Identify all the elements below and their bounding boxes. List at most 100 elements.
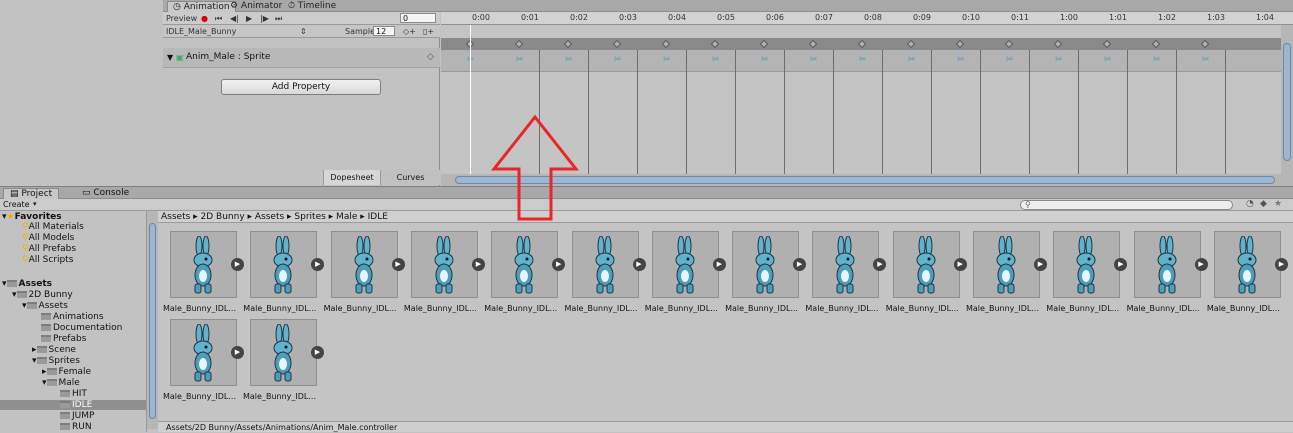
tree-item-2d-bunny[interactable]: ▾ 2D Bunny xyxy=(12,290,73,300)
asset-item[interactable]: ▶ Male_Bunny_IDL... xyxy=(238,319,324,407)
add-property-button[interactable]: Add Property xyxy=(221,79,381,95)
frame-input[interactable]: 0 xyxy=(400,13,436,23)
sprite-key-icon[interactable]: ✂ xyxy=(663,55,671,65)
sprite-key-icon[interactable]: ✂ xyxy=(761,55,769,65)
add-keyframe-icon[interactable]: ◇+ xyxy=(403,26,416,37)
clip-dropdown[interactable]: IDLE_Male_Bunny xyxy=(166,26,236,37)
tree-item-jump[interactable]: JUMP xyxy=(60,411,94,421)
tree-item-assets-sub[interactable]: ▾ Assets xyxy=(22,301,68,311)
sprite-key-icon[interactable]: ✂ xyxy=(1055,55,1063,65)
property-row[interactable]: ▼ ▣ Anim_Male : Sprite ◇ xyxy=(163,48,440,68)
tree-item-all-models[interactable]: ⚲All Models xyxy=(22,233,74,243)
tree-item-male[interactable]: ▾ Male xyxy=(42,378,80,388)
sprite-thumbnail[interactable]: ▶ xyxy=(170,319,244,386)
asset-item[interactable]: ▶ Male_Bunny_IDL... xyxy=(1122,231,1208,319)
tab-timeline[interactable]: ⏱ Timeline xyxy=(283,1,341,12)
tree-scroll-thumb[interactable] xyxy=(149,223,156,419)
sprite-thumbnail[interactable]: ▶ xyxy=(1133,231,1208,298)
property-options-icon[interactable]: ◇ xyxy=(427,52,434,62)
samples-input[interactable]: 12 xyxy=(373,26,395,36)
asset-item[interactable]: ▶ Male_Bunny_IDL... xyxy=(640,231,726,319)
sprite-key-icon[interactable]: ✂ xyxy=(908,55,916,65)
tab-animator[interactable]: ⚙ Animator xyxy=(225,1,287,12)
sprite-thumbnail[interactable]: ▶ xyxy=(250,231,325,298)
asset-item[interactable]: ▶ Male_Bunny_IDL... xyxy=(560,231,646,319)
asset-item[interactable]: ▶ Male_Bunny_IDL... xyxy=(238,231,325,319)
tree-item-sprites[interactable]: ▾ Sprites xyxy=(32,356,80,366)
vertical-scroll-thumb[interactable] xyxy=(1283,43,1291,161)
asset-item[interactable]: ▶ Male_Bunny_IDL... xyxy=(1041,231,1128,319)
chevron-down-icon[interactable]: ▾ xyxy=(33,200,37,208)
tree-item-prefabs[interactable]: Prefabs xyxy=(41,334,86,344)
sprite-thumbnail[interactable]: ▶ xyxy=(410,231,485,298)
sprite-key-icon[interactable]: ✂ xyxy=(1153,55,1161,65)
tree-item-run[interactable]: RUN xyxy=(60,422,92,432)
add-event-icon[interactable]: ▯+ xyxy=(423,26,434,37)
asset-item[interactable]: ▶ Male_Bunny_IDL... xyxy=(399,231,485,319)
next-frame-icon[interactable]: |▶ xyxy=(260,13,269,24)
preview-button[interactable]: Preview xyxy=(166,13,197,24)
tab-console[interactable]: ▭ Console xyxy=(76,188,135,198)
tree-item-all-prefabs[interactable]: ⚲All Prefabs xyxy=(22,244,76,254)
tab-curves[interactable]: Curves xyxy=(380,170,440,185)
sprite-key-icon[interactable]: ✂ xyxy=(1006,55,1014,65)
create-dropdown[interactable]: Create xyxy=(3,200,30,209)
sprite-thumbnail[interactable]: ▶ xyxy=(892,231,967,298)
sprite-key-icon[interactable]: ✂ xyxy=(957,55,965,65)
time-ruler[interactable]: 0:00 0:01 0:02 0:03 0:04 0:05 0:06 0:07 … xyxy=(441,12,1293,25)
playhead[interactable] xyxy=(470,25,471,175)
sprite-key-icon[interactable]: ✂ xyxy=(859,55,867,65)
tree-item-favorites[interactable]: ▾★Favorites xyxy=(2,212,62,222)
filter-by-label-icon[interactable]: ◆ xyxy=(1260,199,1267,209)
asset-item[interactable]: ▶ Male_Bunny_IDL... xyxy=(720,231,807,319)
asset-item[interactable]: ▶ Male_Bunny_IDL... xyxy=(319,231,405,319)
asset-item[interactable]: ▶ Male_Bunny_IDL... xyxy=(479,231,566,319)
sprite-key-icon[interactable]: ✂ xyxy=(565,55,573,65)
asset-item[interactable]: ▶ Male_Bunny_IDL... xyxy=(158,231,244,319)
chevron-down-icon[interactable]: ⇕ xyxy=(300,26,307,37)
sprite-key-icon[interactable]: ✂ xyxy=(614,55,622,65)
play-icon[interactable]: ▶ xyxy=(246,13,252,24)
sprite-thumbnail[interactable]: ▶ xyxy=(1053,231,1128,298)
tree-item-all-materials[interactable]: ⚲All Materials xyxy=(22,222,84,232)
asset-item[interactable]: ▶ Male_Bunny_IDL... xyxy=(800,231,887,319)
expand-sprite-icon[interactable]: ▶ xyxy=(1274,258,1288,271)
sprite-thumbnail[interactable]: ▶ xyxy=(1213,231,1288,298)
expand-sprite-icon[interactable]: ▶ xyxy=(311,346,324,359)
tree-item-animations[interactable]: Animations xyxy=(41,312,104,322)
search-input[interactable]: ⚲ xyxy=(1020,200,1233,210)
tree-item-assets[interactable]: ▾ Assets xyxy=(2,279,52,289)
sprite-key-icon[interactable]: ✂ xyxy=(1202,55,1210,65)
last-frame-icon[interactable]: ⏭ xyxy=(275,13,282,24)
sprite-thumbnail[interactable]: ▶ xyxy=(812,231,887,298)
asset-item[interactable]: ▶ Male_Bunny_IDL... xyxy=(158,319,244,407)
tab-dopesheet[interactable]: Dopesheet xyxy=(323,170,380,185)
first-frame-icon[interactable]: ⏮ xyxy=(215,13,222,24)
tree-item-all-scripts[interactable]: ⚲All Scripts xyxy=(22,255,73,265)
tree-item-hit[interactable]: HIT xyxy=(60,389,87,399)
sprite-key-icon[interactable]: ✂ xyxy=(1104,55,1112,65)
sprite-thumbnail[interactable]: ▶ xyxy=(170,231,244,298)
sprite-thumbnail[interactable]: ▶ xyxy=(330,231,405,298)
asset-item[interactable]: ▶ Male_Bunny_IDL... xyxy=(961,231,1047,319)
tree-item-documentation[interactable]: Documentation xyxy=(41,323,122,333)
filter-by-type-icon[interactable]: ◔ xyxy=(1246,199,1254,209)
sprite-thumbnail[interactable]: ▶ xyxy=(250,319,324,386)
sprite-key-icon[interactable]: ✂ xyxy=(712,55,720,65)
record-icon[interactable]: ● xyxy=(201,13,208,24)
vertical-scrollbar[interactable] xyxy=(1281,25,1293,175)
asset-item[interactable]: ▶ Male_Bunny_IDL... xyxy=(1202,231,1288,319)
sprite-thumbnail[interactable]: ▶ xyxy=(651,231,726,298)
prev-frame-icon[interactable]: ◀| xyxy=(230,13,239,24)
sprite-thumbnail[interactable]: ▶ xyxy=(973,231,1047,298)
asset-item[interactable]: ▶ Male_Bunny_IDL... xyxy=(881,231,967,319)
sprite-thumbnail[interactable]: ▶ xyxy=(732,231,807,298)
tree-item-idle[interactable]: IDLE xyxy=(0,400,146,410)
breadcrumb[interactable]: Assets ▸ 2D Bunny ▸ Assets ▸ Sprites ▸ M… xyxy=(158,211,1293,223)
sprite-key-icon[interactable]: ✂ xyxy=(810,55,818,65)
tree-item-scene[interactable]: ▸ Scene xyxy=(32,345,76,355)
sprite-thumbnail[interactable]: ▶ xyxy=(571,231,646,298)
star-icon[interactable]: ★ xyxy=(1274,199,1282,209)
tree-item-female[interactable]: ▸ Female xyxy=(42,367,91,377)
tree-scrollbar[interactable] xyxy=(147,211,158,429)
